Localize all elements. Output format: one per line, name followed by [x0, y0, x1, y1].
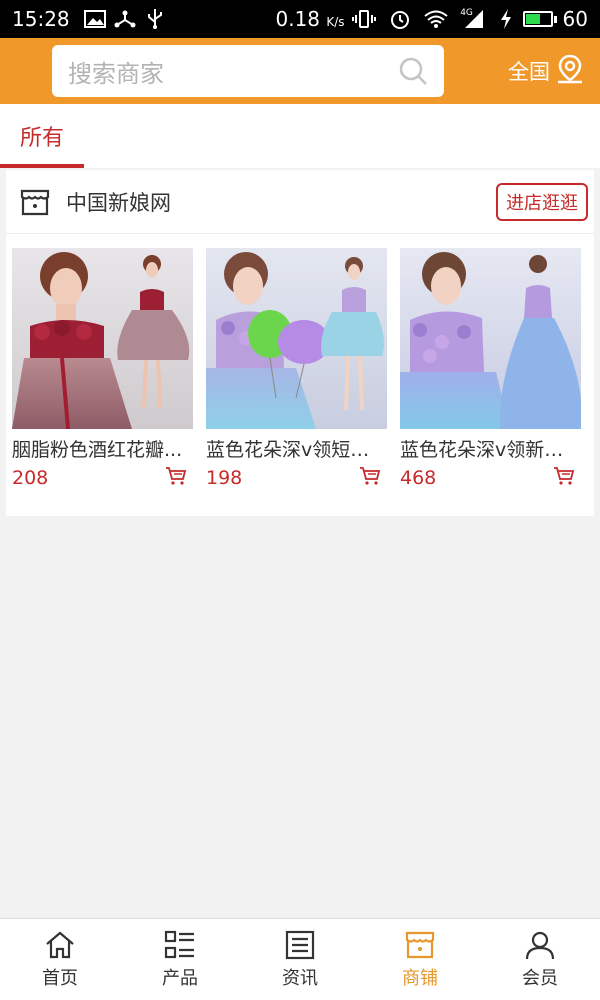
- product-card[interactable]: 蓝色花朵深v领短款... 198: [206, 248, 387, 490]
- network-speed: 0.18 K/s: [275, 7, 345, 31]
- tab-all[interactable]: 所有: [0, 104, 84, 168]
- charging-icon: [499, 8, 513, 30]
- product-image[interactable]: [400, 248, 581, 429]
- search-icon[interactable]: [398, 56, 428, 86]
- add-to-cart-icon[interactable]: [359, 466, 381, 490]
- product-price: 468: [400, 467, 437, 489]
- category-tabs: 所有: [0, 104, 600, 168]
- shop-card: 中国新娘网 进店逛逛 胭脂粉色酒红花瓣... 208 蓝色花朵深v领短款... …: [6, 170, 594, 516]
- nav-member[interactable]: 会员: [480, 919, 600, 1000]
- status-bar: 15:28 0.18 K/s 4G 60: [0, 0, 600, 38]
- shop-header: 中国新娘网 进店逛逛: [6, 170, 594, 234]
- location-pin-icon: [556, 54, 584, 89]
- usb-icon: [142, 8, 168, 30]
- nav-home[interactable]: 首页: [0, 919, 120, 1000]
- battery-level: 60: [562, 7, 588, 31]
- alarm-icon: [387, 8, 413, 30]
- product-title[interactable]: 蓝色花朵深v领新娘...: [400, 435, 581, 462]
- nav-label: 产品: [162, 967, 198, 989]
- share-notification-icon: [112, 8, 138, 30]
- image-notification-icon: [82, 8, 108, 30]
- tab-label: 所有: [19, 126, 64, 151]
- nav-label: 首页: [42, 967, 78, 989]
- user-icon: [525, 931, 555, 959]
- product-price: 198: [206, 467, 243, 489]
- nav-news[interactable]: 资讯: [240, 919, 360, 1000]
- shop-icon: [405, 931, 435, 958]
- product-list: 胭脂粉色酒红花瓣... 208 蓝色花朵深v领短款... 198 蓝色花朵深v领…: [6, 234, 594, 490]
- add-to-cart-icon[interactable]: [165, 466, 187, 490]
- storefront-icon: [20, 187, 50, 217]
- product-image[interactable]: [206, 248, 387, 429]
- nav-label: 会员: [522, 967, 558, 989]
- product-title[interactable]: 胭脂粉色酒红花瓣...: [12, 435, 193, 462]
- vibrate-icon: [351, 8, 377, 30]
- home-icon: [46, 931, 74, 958]
- tab-active-indicator: [0, 164, 84, 168]
- signal-icon: 4G: [459, 8, 489, 30]
- nav-label: 商铺: [402, 967, 438, 989]
- news-icon: [285, 930, 315, 959]
- list-icon: [164, 930, 194, 958]
- nav-label: 资讯: [282, 967, 318, 989]
- wifi-icon: [423, 8, 449, 30]
- header: 搜索商家 全国: [0, 38, 600, 104]
- search-input[interactable]: 搜索商家: [52, 45, 444, 97]
- battery-icon: [522, 11, 557, 27]
- product-price: 208: [12, 467, 49, 489]
- nav-products[interactable]: 产品: [120, 919, 240, 1000]
- search-placeholder: 搜索商家: [68, 59, 164, 88]
- product-image[interactable]: [12, 248, 193, 429]
- product-card[interactable]: 胭脂粉色酒红花瓣... 208: [12, 248, 193, 490]
- shop-name: 中国新娘网: [66, 190, 171, 215]
- status-time: 15:28: [12, 7, 70, 31]
- product-title[interactable]: 蓝色花朵深v领短款...: [206, 435, 387, 462]
- add-to-cart-icon[interactable]: [553, 466, 575, 490]
- region-selector[interactable]: 全国: [508, 54, 584, 89]
- bottom-nav: 首页 产品 资讯 商铺 会员: [0, 918, 600, 1000]
- region-label: 全国: [508, 60, 550, 84]
- product-card[interactable]: 蓝色花朵深v领新娘... 468: [400, 248, 581, 490]
- nav-shops[interactable]: 商铺: [360, 919, 480, 1000]
- visit-shop-button[interactable]: 进店逛逛: [496, 182, 588, 221]
